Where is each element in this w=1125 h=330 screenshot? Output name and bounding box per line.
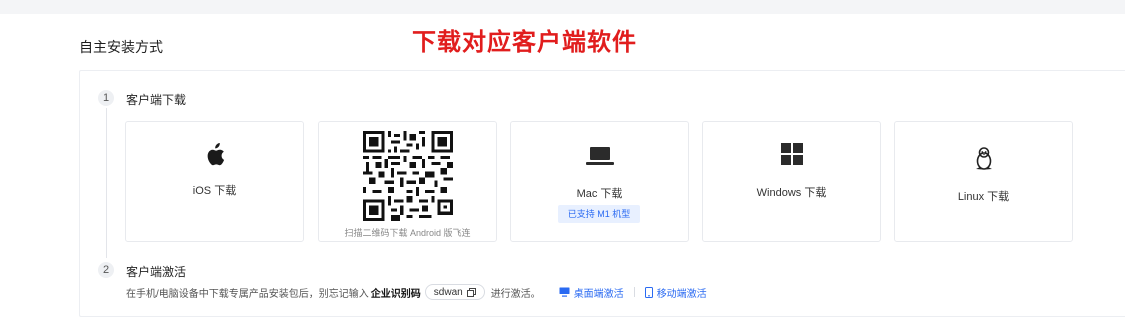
mobile-activation-label: 移动端激活 [656, 288, 707, 300]
android-qr-caption: 扫描二维码下载 Android 版飞连 [344, 228, 471, 238]
section-title: 自主安装方式 [79, 39, 163, 55]
annotation-overlay: 下载对应客户端软件 [412, 27, 637, 56]
mobile-activation-link[interactable]: 移动端激活 [644, 285, 707, 300]
desktop-activation-label: 桌面端激活 [573, 288, 624, 300]
laptop-icon [585, 147, 614, 165]
mobile-phone-icon [644, 286, 653, 298]
enterprise-code-value: sdwan [433, 286, 463, 298]
mac-download-label: Mac 下载 [576, 188, 623, 200]
android-qr-card: 扫描二维码下载 Android 版飞连 [318, 121, 497, 242]
ios-download-card[interactable]: iOS 下载 [125, 121, 304, 242]
windows-download-label: Windows 下载 [756, 187, 827, 199]
step-title-download: 客户端下载 [126, 93, 187, 107]
ios-download-label: iOS 下载 [192, 185, 237, 197]
windows-download-card[interactable]: Windows 下载 [702, 121, 881, 242]
enterprise-code-label: 企业识别码 [370, 288, 421, 300]
link-divider [633, 287, 635, 297]
step-number-1: 1 [98, 90, 114, 106]
activation-prefix: 在手机/电脑设备中下载专属产品安装包后，别忘记输入 [126, 288, 369, 300]
linux-download-card[interactable]: Linux 下载 [894, 121, 1073, 242]
enterprise-code-copy[interactable]: sdwan [424, 284, 485, 300]
linux-download-label: Linux 下载 [957, 191, 1010, 203]
monitor-icon [559, 287, 570, 297]
mac-download-card[interactable]: Mac 下载 已支持 M1 机型 [510, 121, 689, 242]
top-bar [0, 0, 1125, 14]
windows-icon [780, 143, 803, 165]
step-title-activate: 客户端激活 [126, 265, 187, 279]
desktop-activation-link[interactable]: 桌面端激活 [559, 285, 624, 300]
copy-icon[interactable] [466, 287, 476, 297]
step-number-2: 2 [98, 262, 114, 278]
activation-instructions: 在手机/电脑设备中下载专属产品安装包后，别忘记输入 企业识别码 sdwan 进行… [126, 284, 707, 300]
activation-suffix: 进行激活。 [490, 288, 541, 300]
apple-icon [207, 143, 224, 166]
m1-support-tag: 已支持 M1 机型 [558, 205, 640, 223]
linux-penguin-icon [975, 147, 992, 170]
qr-code-icon [363, 131, 453, 221]
step-connector [106, 108, 107, 258]
